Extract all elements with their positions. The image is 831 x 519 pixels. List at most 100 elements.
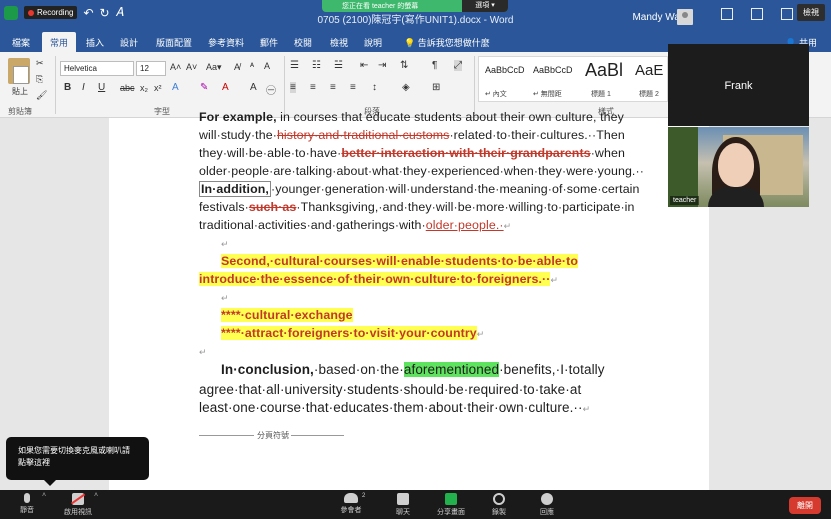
borders-icon[interactable]: ⊞ bbox=[432, 82, 440, 93]
divider bbox=[474, 56, 475, 114]
participant-tile-frank[interactable]: Frank bbox=[668, 44, 809, 126]
asian-layout-icon[interactable]: ⤢ bbox=[454, 60, 462, 71]
enclosed-char-icon[interactable]: ㊀ bbox=[266, 82, 276, 97]
maximize-icon[interactable] bbox=[781, 8, 793, 20]
chat-button[interactable]: 聊天 bbox=[394, 493, 412, 517]
underline-button[interactable]: U bbox=[98, 82, 105, 93]
highlighted-text: introduce·the·essence·of·their·own·cultu… bbox=[199, 272, 551, 286]
mute-button[interactable]: 靜音 bbox=[18, 493, 36, 515]
tab-layout[interactable]: 版面配置 bbox=[156, 36, 192, 49]
leave-button[interactable]: 離開 bbox=[789, 497, 821, 514]
doc-text: In·addition, bbox=[199, 181, 271, 197]
doc-line: will·study·the·history·and·traditional·c… bbox=[199, 128, 625, 142]
italic-button[interactable]: I bbox=[82, 82, 85, 93]
audio-tooltip: 如果您需要切換麥克風或喇叭請點擊這裡 bbox=[6, 437, 149, 486]
clear-format-icon[interactable]: A̸ bbox=[234, 62, 240, 72]
font-color-icon[interactable]: A bbox=[222, 82, 229, 93]
character-border-icon[interactable]: A bbox=[264, 61, 270, 71]
participant-tile-teacher[interactable]: teacher bbox=[668, 127, 809, 207]
tab-home[interactable]: 常用 bbox=[42, 32, 77, 52]
doc-line: they·will·be·able·to·have·better·interac… bbox=[199, 146, 625, 160]
divider bbox=[284, 56, 285, 114]
tab-view[interactable]: 檢視 bbox=[330, 36, 348, 49]
decrease-indent-icon[interactable]: ⇤ bbox=[360, 60, 368, 71]
grow-font-icon[interactable]: A˄ bbox=[170, 62, 181, 72]
font-name-select[interactable]: Helvetica bbox=[60, 61, 134, 76]
justify-icon[interactable]: ≡ bbox=[350, 82, 356, 93]
align-left-icon[interactable]: ≡ bbox=[290, 82, 296, 93]
share-options-button[interactable]: 選項 ▾ bbox=[462, 0, 508, 12]
doc-line: older·people·are·talking·about·what·they… bbox=[199, 164, 644, 178]
ribbon-display-icon[interactable] bbox=[721, 8, 733, 20]
paragraph-mark: ↵ bbox=[550, 275, 559, 285]
show-formatting-icon[interactable]: ¶ bbox=[432, 60, 437, 71]
avatar[interactable] bbox=[677, 9, 693, 25]
doc-text: ·Thanksgiving,·and·they·will·be·more·wil… bbox=[296, 200, 635, 214]
doc-text: ·based·on·the· bbox=[313, 362, 404, 377]
style-normal[interactable]: AaBbCcD bbox=[485, 65, 525, 75]
chevron-up-icon[interactable]: ˄ bbox=[42, 492, 46, 499]
highlight-icon[interactable]: ✎ bbox=[200, 82, 208, 93]
phonetic-guide-icon[interactable]: ᴬ bbox=[250, 61, 254, 71]
participants-count: 2 bbox=[362, 493, 366, 499]
format-painter-icon[interactable]: 🖌 bbox=[36, 90, 47, 101]
doc-line: ↵ bbox=[221, 236, 229, 250]
superscript-button[interactable]: x² bbox=[154, 83, 162, 93]
participants-icon bbox=[344, 493, 358, 503]
numbering-icon[interactable]: ☷ bbox=[312, 60, 321, 71]
reactions-button[interactable]: 回應 bbox=[538, 493, 556, 517]
char-shading-icon[interactable]: A bbox=[250, 82, 257, 93]
paste-label[interactable]: 貼上 bbox=[12, 86, 28, 97]
tab-help[interactable]: 說明 bbox=[364, 36, 382, 49]
document-page[interactable]: For example, in courses that educate stu… bbox=[109, 110, 709, 490]
tracked-insertion: older·people.· bbox=[425, 218, 504, 232]
bold-button[interactable]: B bbox=[64, 82, 71, 93]
paragraph-mark: ↵ bbox=[221, 293, 229, 303]
strikethrough-button[interactable]: abc bbox=[120, 83, 135, 93]
participants-button[interactable]: 參會者 bbox=[338, 493, 364, 515]
style-no-spacing[interactable]: AaBbCcD bbox=[533, 65, 573, 75]
paragraph-mark: ↵ bbox=[476, 329, 485, 339]
subscript-button[interactable]: x₂ bbox=[140, 83, 148, 93]
style-heading2[interactable]: AaE bbox=[635, 62, 663, 79]
align-right-icon[interactable]: ≡ bbox=[330, 82, 336, 93]
sort-icon[interactable]: ⇅ bbox=[400, 60, 408, 71]
screen: Recording ↶ ↻ 𝐴 0705 (2100)陳冠宇(寫作UNIT1).… bbox=[0, 0, 831, 519]
style-heading1-label: 標題 1 bbox=[591, 91, 611, 98]
start-video-button[interactable]: 啟用視訊 bbox=[62, 493, 94, 517]
tab-insert[interactable]: 插入 bbox=[86, 36, 104, 49]
tab-review[interactable]: 校閱 bbox=[294, 36, 312, 49]
background-tree bbox=[668, 127, 698, 207]
paragraph-mark: ↵ bbox=[503, 221, 512, 231]
tab-file[interactable]: 檔案 bbox=[12, 36, 30, 49]
tab-design[interactable]: 設計 bbox=[120, 36, 138, 49]
tab-references[interactable]: 參考資料 bbox=[208, 36, 244, 49]
record-button[interactable]: 錄製 bbox=[490, 493, 508, 517]
shading-icon[interactable]: ◈ bbox=[402, 82, 410, 93]
shrink-font-icon[interactable]: A˅ bbox=[186, 62, 197, 72]
record-icon bbox=[493, 493, 505, 505]
doc-line: For example, in courses that educate stu… bbox=[199, 110, 624, 124]
increase-indent-icon[interactable]: ⇥ bbox=[378, 60, 386, 71]
paragraph-mark: ↵ bbox=[199, 347, 207, 357]
multilevel-list-icon[interactable]: ☱ bbox=[334, 60, 343, 71]
tell-me-search[interactable]: 💡 告訴我您想做什麼 bbox=[404, 36, 490, 49]
tab-mailings[interactable]: 郵件 bbox=[260, 36, 278, 49]
bullets-icon[interactable]: ☰ bbox=[290, 60, 299, 71]
paste-icon[interactable] bbox=[8, 58, 30, 84]
align-center-icon[interactable]: ≡ bbox=[310, 82, 316, 93]
share-screen-button[interactable]: 分享畫面 bbox=[436, 493, 466, 517]
doc-line: ****·cultural·exchange bbox=[221, 308, 353, 322]
change-case-icon[interactable]: Aa▾ bbox=[206, 62, 222, 73]
style-heading1[interactable]: AaBl bbox=[585, 60, 623, 81]
copy-icon[interactable]: ⎘ bbox=[36, 74, 43, 85]
view-button[interactable]: 檢視 bbox=[797, 4, 825, 21]
text-effects-icon[interactable]: A bbox=[172, 82, 179, 93]
minimize-icon[interactable] bbox=[751, 8, 763, 20]
font-size-select[interactable]: 12 bbox=[136, 61, 166, 76]
doc-line: festivals·such·as·Thanksgiving,·and·they… bbox=[199, 200, 635, 214]
doc-line: ****·attract·foreigners·to·visit·your·co… bbox=[221, 326, 484, 340]
chevron-up-icon[interactable]: ˄ bbox=[94, 492, 98, 499]
line-spacing-icon[interactable]: ↕ bbox=[372, 82, 377, 93]
cut-icon[interactable]: ✂ bbox=[36, 58, 44, 69]
